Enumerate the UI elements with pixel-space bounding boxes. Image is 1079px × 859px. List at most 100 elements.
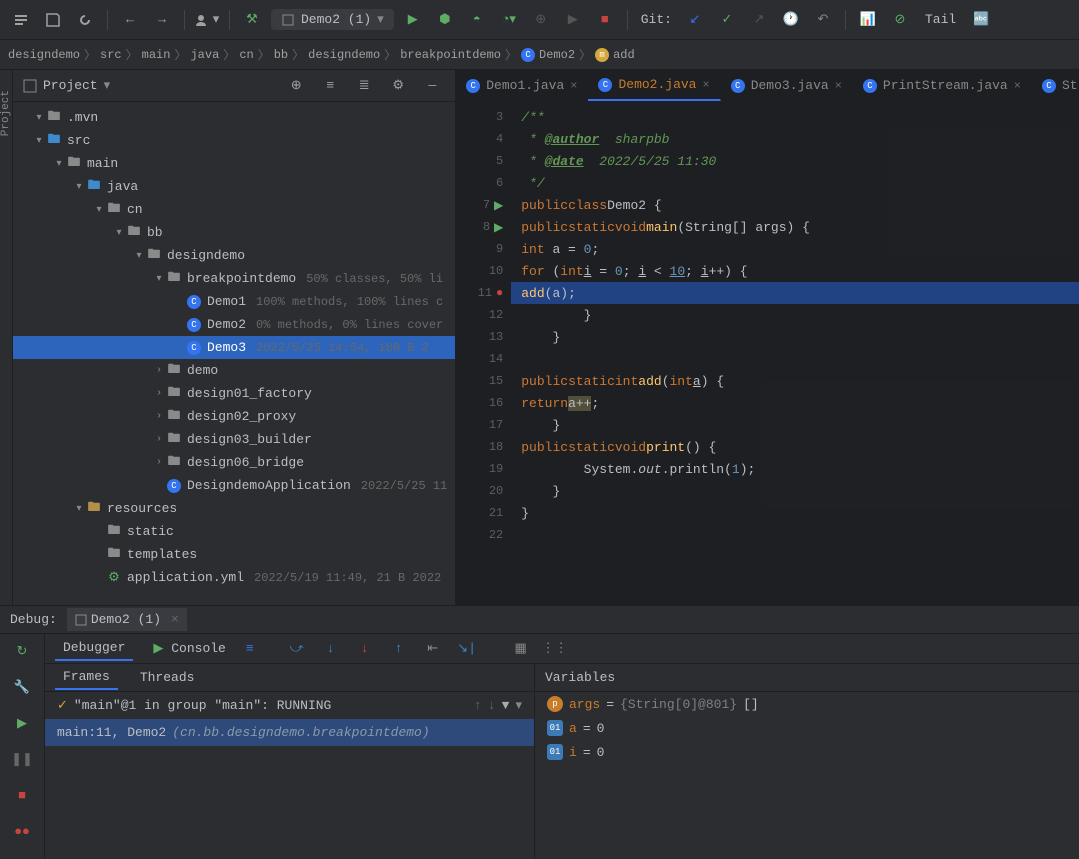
project-panel-title[interactable]: Project ▾: [23, 78, 283, 93]
tree-node[interactable]: ▾🖿breakpointdemo50% classes, 50% li: [13, 267, 455, 290]
close-tab-icon[interactable]: ×: [702, 78, 709, 92]
step-over-icon[interactable]: ⤻: [286, 638, 308, 660]
close-tab-icon[interactable]: ×: [570, 79, 577, 93]
tree-node[interactable]: ⚙application.yml2022/5/19 11:49, 21 B 20…: [13, 566, 455, 589]
frame-row[interactable]: main:11, Demo2 (cn.bb.designdemo.breakpo…: [45, 719, 534, 746]
tree-node[interactable]: ›🖿demo: [13, 359, 455, 382]
forward-icon[interactable]: →: [149, 7, 175, 33]
back-icon[interactable]: ←: [117, 7, 143, 33]
step-into-icon[interactable]: ↓: [320, 638, 342, 660]
view-breakpoints-icon[interactable]: ●●: [11, 820, 33, 842]
stop-icon[interactable]: ■: [592, 7, 618, 33]
hammer-icon[interactable]: ⚒: [239, 7, 265, 33]
editor-gutter[interactable]: 34567▶8▶91011●1213141516171819202122: [456, 102, 511, 605]
tree-node[interactable]: ▾🖿resources: [13, 497, 455, 520]
profile-icon[interactable]: ◔▾: [496, 7, 522, 33]
evaluate-icon[interactable]: ▦: [510, 638, 532, 660]
tree-node[interactable]: ›🖿design02_proxy: [13, 405, 455, 428]
editor-tab[interactable]: CDemo1.java×: [456, 70, 588, 101]
more-icon[interactable]: ▾: [515, 698, 522, 713]
tree-node[interactable]: ›🖿design03_builder: [13, 428, 455, 451]
locate-icon[interactable]: ⊕: [283, 73, 309, 99]
modify-icon[interactable]: 🔧: [11, 676, 33, 698]
run-to-cursor-icon[interactable]: ↘|: [456, 638, 478, 660]
trace-icon[interactable]: ⋮⋮: [544, 638, 566, 660]
minimize-icon[interactable]: —: [419, 73, 445, 99]
crumb-item[interactable]: src: [100, 48, 122, 62]
refresh-icon[interactable]: [72, 7, 98, 33]
thread-row[interactable]: ✓ "main"@1 in group "main": RUNNING ↑ ↓ …: [45, 692, 534, 719]
translate-icon[interactable]: 🔤: [968, 7, 994, 33]
editor-tab[interactable]: CPrintStream.java×: [853, 70, 1032, 101]
crumb-item[interactable]: bb: [274, 48, 288, 62]
run-icon[interactable]: ▶: [400, 7, 426, 33]
crumb-method[interactable]: madd: [595, 48, 635, 62]
attach-icon[interactable]: ⊕: [528, 7, 554, 33]
editor-code[interactable]: /** * @author sharpbb * @date 2022/5/25 …: [511, 102, 1079, 605]
tree-node[interactable]: CDemo32022/5/25 14:54, 180 B 2: [13, 336, 455, 359]
save-icon[interactable]: [40, 7, 66, 33]
tree-node[interactable]: ▾🖿bb: [13, 221, 455, 244]
crumb-item[interactable]: designdemo: [8, 48, 80, 62]
project-toolwindow-button[interactable]: Project: [0, 90, 12, 136]
tree-node[interactable]: ›🖿design01_factory: [13, 382, 455, 405]
git-history-icon[interactable]: 🕐: [778, 7, 804, 33]
expand-icon[interactable]: ≡: [317, 73, 343, 99]
crumb-item[interactable]: breakpointdemo: [400, 48, 501, 62]
project-tree[interactable]: ▾🖿.mvn▾🖿src▾🖿main▾🖿java▾🖿cn▾🖿bb▾🖿designd…: [13, 102, 455, 605]
step-icon[interactable]: ▶: [560, 7, 586, 33]
console-tab[interactable]: ▶ Console: [145, 637, 233, 660]
tree-node[interactable]: ▾🖿src: [13, 129, 455, 152]
tree-node[interactable]: CDemo1100% methods, 100% lines c: [13, 290, 455, 313]
tree-node[interactable]: 🖿static: [13, 520, 455, 543]
run-config-selector[interactable]: Demo2 (1) ▾: [271, 9, 394, 30]
users-icon[interactable]: ▾: [194, 7, 220, 33]
pause-icon[interactable]: ❚❚: [11, 748, 33, 770]
tree-node[interactable]: ▾🖿java: [13, 175, 455, 198]
open-icon[interactable]: [8, 7, 34, 33]
tree-node[interactable]: ›🖿design06_bridge: [13, 451, 455, 474]
threads-tab[interactable]: Threads: [132, 666, 203, 689]
force-step-into-icon[interactable]: ↓: [354, 638, 376, 660]
down-icon[interactable]: ↓: [488, 698, 496, 713]
debug-icon[interactable]: ⬢: [432, 7, 458, 33]
editor-tab[interactable]: CDemo2.java×: [588, 70, 720, 101]
crumb-item[interactable]: java: [190, 48, 219, 62]
tree-node[interactable]: 🖿templates: [13, 543, 455, 566]
git-push-icon[interactable]: ↗: [746, 7, 772, 33]
crumb-class[interactable]: CDemo2: [521, 48, 575, 62]
close-tab-icon[interactable]: ×: [835, 79, 842, 93]
gear-icon[interactable]: ⚙: [385, 73, 411, 99]
editor-tab[interactable]: CDemo3.java×: [721, 70, 853, 101]
close-tab-icon[interactable]: ×: [1014, 79, 1021, 93]
resume-icon[interactable]: ▶: [11, 712, 33, 734]
git-update-icon[interactable]: ↙: [682, 7, 708, 33]
variable-row[interactable]: pargs = {String[0]@801} []: [535, 692, 1079, 716]
crumb-item[interactable]: cn: [239, 48, 253, 62]
rerun-icon[interactable]: ↻: [11, 640, 33, 662]
collapse-icon[interactable]: ≣: [351, 73, 377, 99]
crumb-item[interactable]: designdemo: [308, 48, 380, 62]
stop-debug-icon[interactable]: ■: [11, 784, 33, 806]
debug-session-tab[interactable]: Demo2 (1) ×: [67, 608, 187, 631]
drop-frame-icon[interactable]: ⇤: [422, 638, 444, 660]
filter-icon[interactable]: ▼: [502, 698, 510, 713]
debugger-tab[interactable]: Debugger: [55, 636, 133, 661]
tree-node[interactable]: CDesigndemoApplication2022/5/25 11: [13, 474, 455, 497]
frames-tab[interactable]: Frames: [55, 665, 118, 690]
tree-node[interactable]: CDemo20% methods, 0% lines cover: [13, 313, 455, 336]
tree-node[interactable]: ▾🖿designdemo: [13, 244, 455, 267]
step-out-icon[interactable]: ↑: [388, 638, 410, 660]
git-commit-icon[interactable]: ✓: [714, 7, 740, 33]
variable-row[interactable]: 01a = 0: [535, 716, 1079, 740]
crumb-item[interactable]: main: [142, 48, 171, 62]
variable-row[interactable]: 01i = 0: [535, 740, 1079, 764]
tree-node[interactable]: ▾🖿main: [13, 152, 455, 175]
coverage-icon[interactable]: ◓: [464, 7, 490, 33]
stop2-icon[interactable]: ⊘: [887, 7, 913, 33]
tree-node[interactable]: ▾🖿cn: [13, 198, 455, 221]
undo-icon[interactable]: ↶: [810, 7, 836, 33]
editor-tab[interactable]: CStrin×: [1032, 70, 1079, 101]
up-icon[interactable]: ↑: [474, 698, 482, 713]
chart-icon[interactable]: 📊: [855, 7, 881, 33]
